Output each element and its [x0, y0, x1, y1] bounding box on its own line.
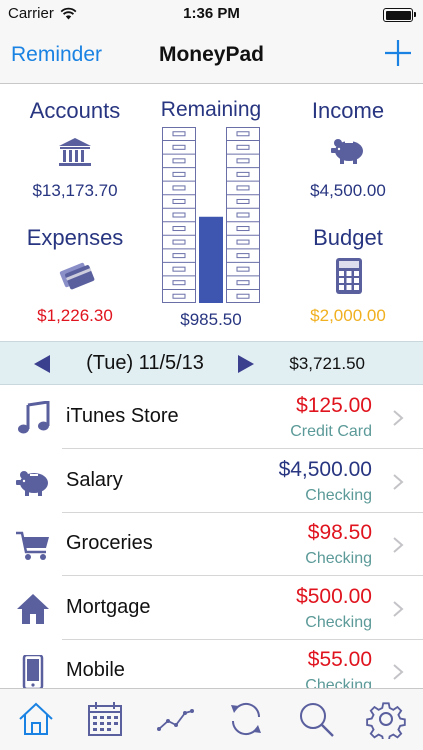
chevron-right-icon [392, 473, 404, 490]
transaction-amount: $4,500.00 [278, 457, 372, 481]
home-icon[interactable] [16, 699, 56, 739]
cabinet-column [162, 127, 196, 303]
transaction-name: iTunes Store [66, 405, 179, 427]
transaction-account: Checking [305, 613, 372, 631]
transaction-account: Credit Card [290, 423, 372, 440]
transaction-row[interactable]: Salary $4,500.00 Checking [0, 450, 423, 513]
transaction-row[interactable]: Mobile $55.00 Checking [0, 640, 423, 688]
status-time: 1:36 PM [183, 5, 240, 22]
accounts-value: $13,173.70 [32, 181, 118, 200]
tab-bar [0, 688, 423, 750]
current-date[interactable]: (Tue) 11/5/13 [58, 352, 232, 375]
date-bar: (Tue) 11/5/13 $3,721.50 [0, 341, 423, 385]
cabinet-column [226, 127, 260, 303]
next-day-icon[interactable] [236, 354, 256, 374]
transaction-name: Salary [66, 468, 123, 491]
income-value: $4,500.00 [310, 181, 386, 200]
calculator-icon [336, 258, 362, 294]
gear-icon[interactable] [366, 699, 406, 739]
transaction-name: Mortgage [66, 595, 151, 618]
transaction-amount: $125.00 [296, 394, 372, 417]
battery-icon [383, 8, 416, 22]
credit-cards-icon [59, 262, 95, 290]
chevron-right-icon [392, 537, 404, 553]
transaction-row[interactable]: Groceries $98.50 Checking [0, 513, 423, 576]
transaction-amount: $500.00 [296, 584, 372, 608]
chart-icon[interactable] [155, 699, 195, 739]
transaction-amount: $98.50 [307, 521, 372, 544]
nav-bar: Reminder MoneyPad [0, 28, 423, 84]
calendar-icon[interactable] [85, 699, 125, 739]
day-total: $3,721.50 [289, 354, 365, 373]
piggy-bank-icon [331, 139, 363, 164]
budget-label[interactable]: Budget [273, 225, 423, 251]
chevron-right-icon [392, 600, 404, 617]
add-icon[interactable] [383, 38, 413, 68]
remaining-label[interactable]: Remaining [141, 98, 281, 122]
transaction-name: Groceries [66, 532, 153, 554]
chevron-right-icon [392, 410, 404, 426]
music-note-icon [15, 400, 51, 435]
status-bar: Carrier 1:36 PM [0, 0, 423, 28]
transaction-amount: $55.00 [307, 648, 372, 671]
expenses-label[interactable]: Expenses [0, 225, 150, 251]
expenses-value: $1,226.30 [37, 306, 113, 325]
transaction-row[interactable]: iTunes Store $125.00 Credit Card [0, 386, 423, 449]
transaction-list: iTunes Store $125.00 Credit Card Salary $4,5… [0, 386, 423, 688]
transaction-row[interactable]: Mortgage $500.00 Checking [0, 577, 423, 640]
income-label[interactable]: Income [273, 98, 423, 124]
house-icon [15, 592, 51, 626]
chevron-right-icon [392, 664, 404, 680]
budget-value: $2,000.00 [310, 306, 386, 325]
piggy-bank-icon [15, 465, 51, 499]
shopping-cart-icon [15, 528, 51, 562]
previous-day-icon[interactable] [32, 354, 52, 374]
transaction-name: Mobile [66, 659, 125, 681]
page-title: MoneyPad [158, 43, 265, 66]
summary-panel: Accounts $13,173.70 Income $4,500.00 Exp… [0, 84, 423, 340]
bank-icon [59, 138, 91, 166]
search-icon[interactable] [296, 699, 336, 739]
phone-icon [15, 653, 51, 688]
remaining-fill [199, 216, 223, 303]
transaction-account: Checking [305, 677, 372, 688]
accounts-label[interactable]: Accounts [0, 98, 150, 124]
transaction-account: Checking [305, 486, 372, 504]
sync-icon[interactable] [226, 699, 266, 739]
remaining-cabinet [162, 127, 260, 303]
transaction-account: Checking [305, 550, 372, 567]
remaining-value: $985.50 [180, 310, 242, 329]
